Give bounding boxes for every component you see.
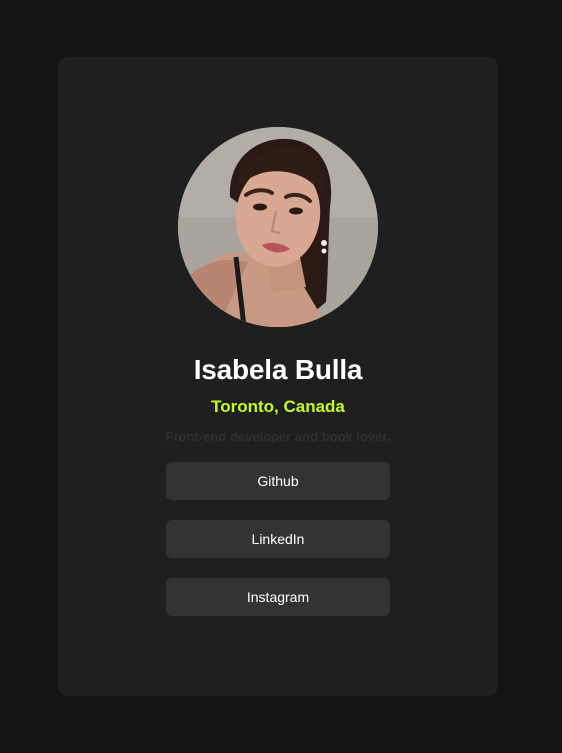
github-link-button[interactable]: Github xyxy=(166,462,390,500)
page: Isabela Bulla Toronto, Canada Front-end … xyxy=(0,0,562,753)
linkedin-link-button[interactable]: LinkedIn xyxy=(166,520,390,558)
profile-bio: Front-end developer and book lover. xyxy=(165,429,391,444)
avatar xyxy=(178,127,378,327)
social-links: Github LinkedIn Instagram xyxy=(166,462,390,616)
profile-location: Toronto, Canada xyxy=(211,397,345,416)
profile-name: Isabela Bulla xyxy=(193,354,363,385)
instagram-link-button[interactable]: Instagram xyxy=(166,578,390,616)
profile-photo-icon xyxy=(178,127,378,327)
profile-card: Isabela Bulla Toronto, Canada Front-end … xyxy=(58,57,498,696)
